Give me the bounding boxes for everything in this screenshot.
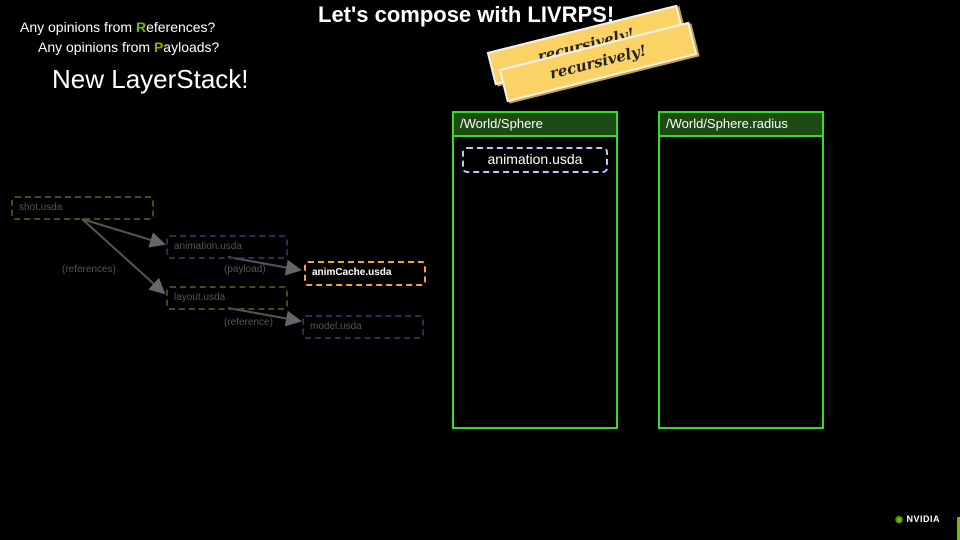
animation-node: animation.usda [166,235,288,259]
nvidia-eye-icon: ◉ [895,514,904,524]
nvidia-logo: ◉ NVIDIA [895,514,940,525]
shot-node: shot.usda [11,196,154,220]
nvidia-wordmark: NVIDIA [906,514,940,524]
edge-label-references: (references) [62,264,116,275]
edge-label-payload: (payload) [224,264,266,275]
layout-node: layout.usda [166,286,288,310]
composition-graph-edges [81,218,302,327]
edge-shot-layout [81,218,166,295]
animcache-node: animCache.usda [304,261,426,286]
slide-title: Let's compose with LIVRPS! [318,2,615,27]
edge-shot-animation [81,218,166,248]
model-node: model.usda [302,315,424,339]
edge-label-reference: (reference) [224,317,273,328]
